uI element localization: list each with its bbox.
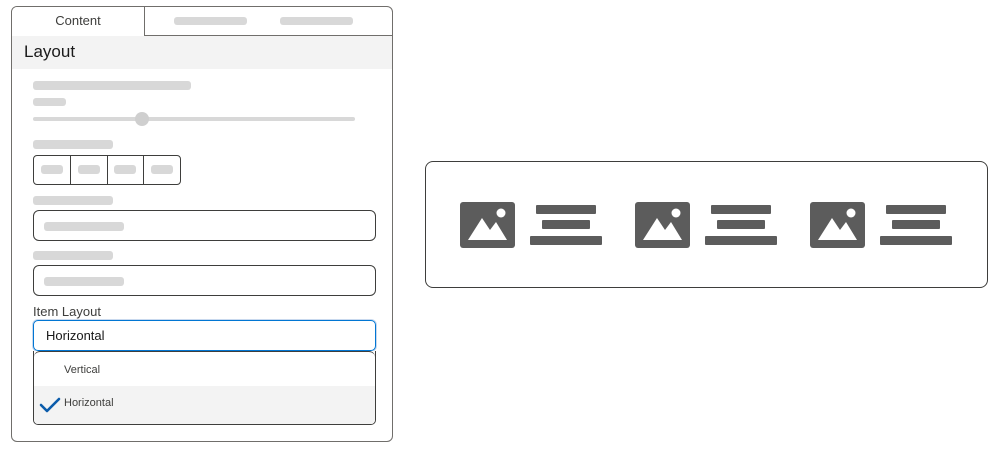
segment-label-placeholder <box>77 165 100 174</box>
image-icon <box>460 202 515 248</box>
setting-label-placeholder <box>33 81 191 90</box>
image-icon <box>635 202 690 248</box>
setting-label-placeholder <box>33 140 113 149</box>
option-label: Horizontal <box>64 397 114 409</box>
input-value-placeholder <box>44 222 124 231</box>
preview-item <box>635 202 779 250</box>
preview-item <box>460 202 604 250</box>
segmented-control <box>33 155 181 185</box>
text-input[interactable] <box>33 210 376 241</box>
segment-label-placeholder <box>40 165 63 174</box>
section-header: Layout <box>12 36 392 69</box>
tab-placeholder[interactable] <box>145 7 255 35</box>
text-line <box>892 220 940 229</box>
preview-item <box>810 202 954 250</box>
section-title: Layout <box>24 42 76 61</box>
tab-bar: Content <box>12 7 392 36</box>
combobox-value: Horizontal <box>46 328 105 343</box>
text-line <box>530 236 602 245</box>
input-value-placeholder <box>44 277 124 286</box>
tab-label-placeholder <box>174 17 247 25</box>
property-panel: Content Layout Item Layout Horizontal Ve… <box>11 6 393 442</box>
segment-label-placeholder <box>151 165 174 174</box>
tab-placeholder[interactable] <box>255 7 392 35</box>
text-line <box>542 220 590 229</box>
text-line <box>880 236 952 245</box>
slider[interactable] <box>33 112 355 126</box>
text-line <box>717 220 765 229</box>
segment-button[interactable] <box>108 156 145 184</box>
image-icon <box>810 202 865 248</box>
segment-button[interactable] <box>144 156 180 184</box>
item-layout-combobox[interactable]: Horizontal <box>33 320 376 351</box>
text-line <box>536 205 596 214</box>
text-input[interactable] <box>33 265 376 296</box>
layout-preview <box>425 161 988 288</box>
option-label: Vertical <box>64 364 101 376</box>
option-horizontal[interactable]: Horizontal <box>34 386 375 424</box>
setting-label-placeholder <box>33 196 113 205</box>
check-icon <box>39 397 61 413</box>
item-layout-listbox: Vertical Horizontal <box>33 351 376 425</box>
tab-label-placeholder <box>280 17 353 25</box>
slider-thumb[interactable] <box>135 112 149 126</box>
text-line <box>886 205 946 214</box>
segment-button[interactable] <box>71 156 108 184</box>
text-line <box>711 205 771 214</box>
setting-value-placeholder <box>33 98 66 106</box>
setting-label-placeholder <box>33 251 113 260</box>
tab-content[interactable]: Content <box>12 7 145 36</box>
slider-track <box>33 117 355 121</box>
segment-button[interactable] <box>34 156 71 184</box>
item-layout-label: Item Layout <box>33 304 101 319</box>
option-vertical[interactable]: Vertical <box>34 355 375 387</box>
segment-label-placeholder <box>114 165 137 174</box>
text-line <box>705 236 777 245</box>
